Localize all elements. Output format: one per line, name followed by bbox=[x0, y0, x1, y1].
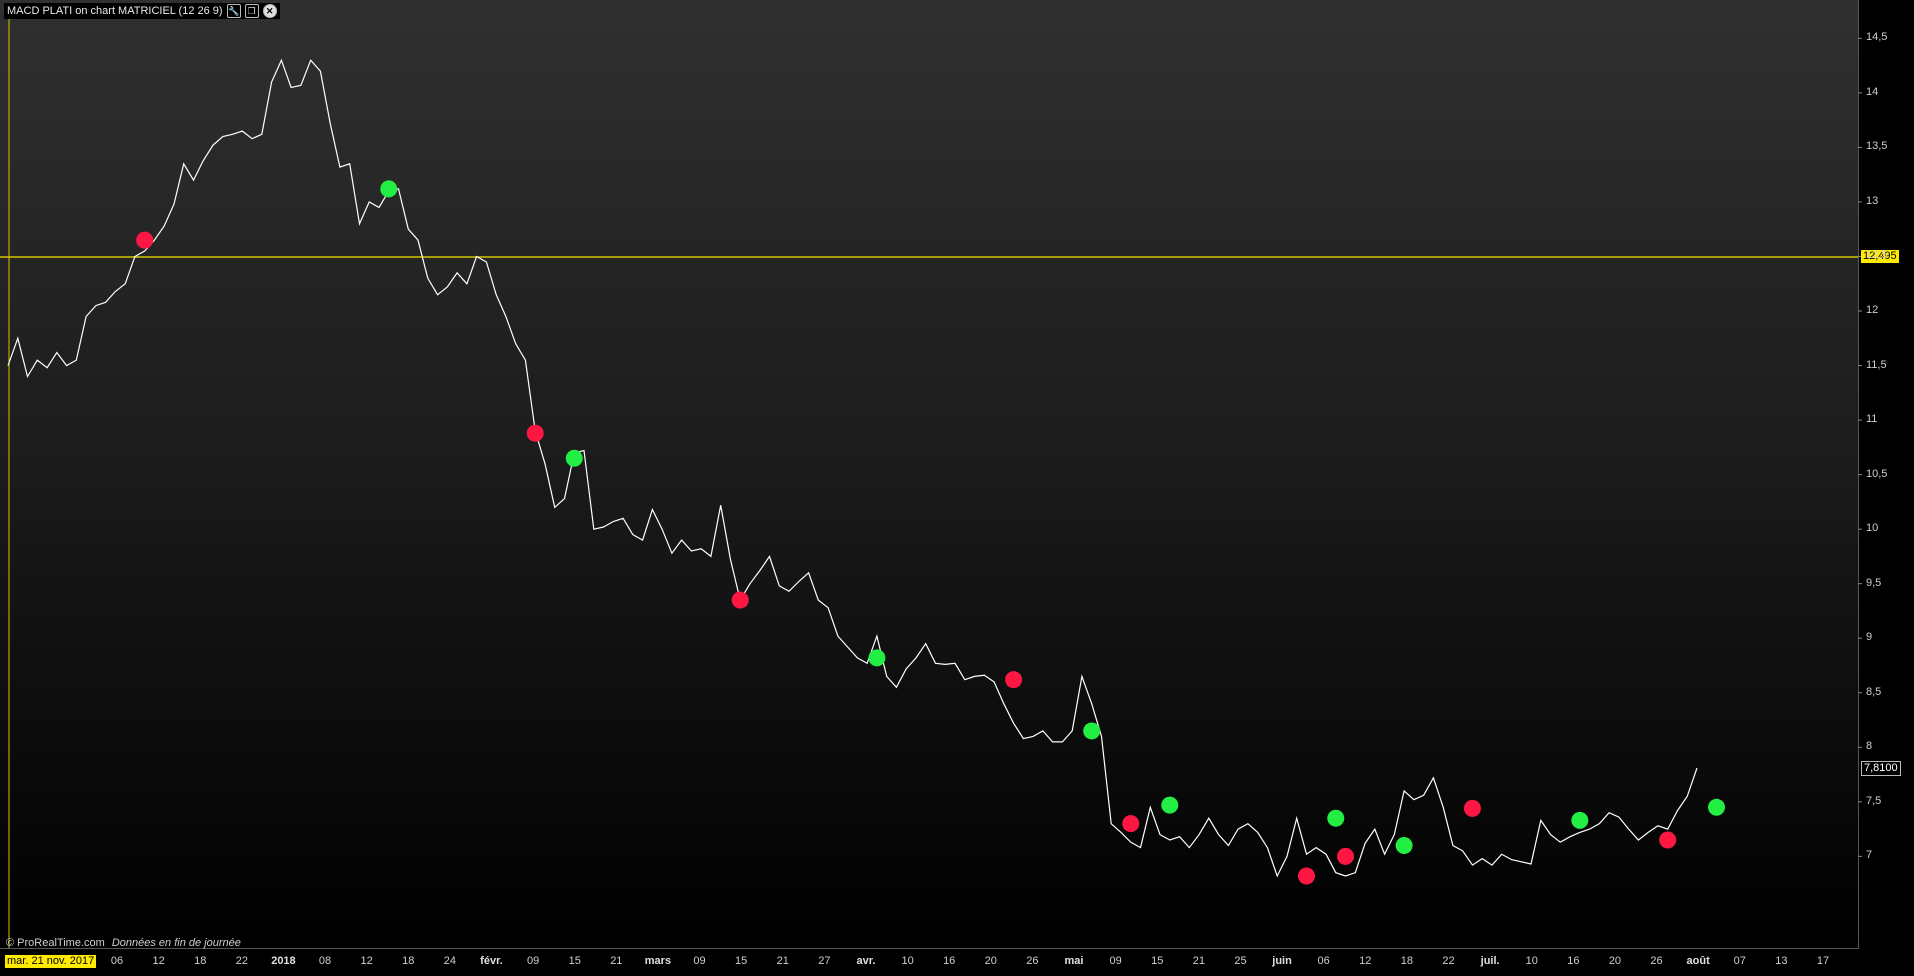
y-tick-label: 14 bbox=[1866, 85, 1879, 98]
x-tick-label: 21 bbox=[610, 955, 623, 967]
x-tick-label: 08 bbox=[318, 955, 332, 967]
copyright-text: © ProRealTime.com bbox=[6, 937, 105, 949]
data-note: Données en fin de journée bbox=[111, 937, 241, 949]
x-tick-label: 26 bbox=[1650, 955, 1663, 967]
x-tick-label: 26 bbox=[1026, 955, 1039, 967]
close-icon[interactable]: ✕ bbox=[262, 4, 277, 18]
chart-window: MACD PLATI on chart MATRICIEL (12 26 9) … bbox=[0, 0, 1914, 976]
y-tick-label: 11 bbox=[1866, 413, 1878, 426]
x-tick-label: 21 bbox=[1192, 955, 1205, 967]
sell-signal-dot[interactable] bbox=[136, 231, 154, 249]
x-tick-label: 25 bbox=[1234, 955, 1247, 967]
sell-signal-dot[interactable] bbox=[731, 591, 749, 609]
x-tick-label: 12 bbox=[1359, 955, 1372, 967]
sell-signal-dot[interactable] bbox=[1122, 815, 1140, 833]
x-tick-label: 13 bbox=[1775, 955, 1788, 967]
buy-signal-dot[interactable] bbox=[565, 449, 583, 467]
buy-signal-dot[interactable] bbox=[868, 649, 886, 667]
y-tick-label: 10,5 bbox=[1866, 467, 1888, 480]
x-tick-label: févr. bbox=[480, 955, 503, 967]
last-price-label: 7,8100 bbox=[1861, 761, 1901, 777]
x-tick-label: juil. bbox=[1480, 955, 1500, 967]
cursor-date-label: mar. 21 nov. 2017 bbox=[5, 955, 97, 968]
x-tick-label: 12 bbox=[152, 955, 165, 967]
y-tick-label: 8 bbox=[1866, 740, 1873, 753]
x-tick-label: 16 bbox=[1567, 955, 1580, 967]
x-tick-label: 18 bbox=[194, 955, 207, 967]
buy-signal-dot[interactable] bbox=[1395, 836, 1413, 854]
buy-signal-dot[interactable] bbox=[1708, 798, 1726, 816]
x-tick-label: 15 bbox=[735, 955, 748, 967]
x-tick-label: 06 bbox=[1317, 955, 1330, 967]
y-tick-label: 12 bbox=[1866, 304, 1879, 317]
x-tick-label: 21 bbox=[776, 955, 789, 967]
x-tick-label: 12 bbox=[360, 955, 373, 967]
x-tick-label: juin bbox=[1272, 955, 1292, 967]
y-tick-label: 12,5 bbox=[1866, 249, 1888, 262]
x-tick-label: 07 bbox=[1733, 955, 1746, 967]
sell-signal-dot[interactable] bbox=[526, 424, 544, 442]
y-tick-label: 13 bbox=[1866, 194, 1879, 207]
x-tick-label: 10 bbox=[901, 955, 914, 967]
y-tick-label: 9,5 bbox=[1866, 576, 1882, 589]
buy-signal-dot[interactable] bbox=[1161, 796, 1179, 814]
y-tick-label: 13,5 bbox=[1866, 140, 1888, 153]
y-tick-label: 14,5 bbox=[1866, 31, 1888, 44]
x-tick-label: 09 bbox=[1109, 955, 1122, 967]
sell-signal-dot[interactable] bbox=[1005, 671, 1023, 689]
x-tick-label: 10 bbox=[1525, 955, 1538, 967]
x-tick-label: 20 bbox=[1608, 955, 1622, 967]
x-tick-label: 22 bbox=[1442, 955, 1455, 967]
x-tick-label: avr. bbox=[856, 955, 876, 967]
sell-signal-dot[interactable] bbox=[1297, 867, 1315, 885]
sell-signal-dot[interactable] bbox=[1659, 831, 1677, 849]
y-tick-label: 9 bbox=[1866, 631, 1873, 644]
x-tick-label: 16 bbox=[943, 955, 956, 967]
x-tick-label: août bbox=[1686, 955, 1710, 967]
indicator-title: MACD PLATI on chart MATRICIEL (12 26 9) bbox=[7, 5, 223, 17]
wrench-icon[interactable]: 🔧 bbox=[226, 4, 241, 18]
y-tick-label: 7,5 bbox=[1866, 794, 1882, 807]
x-tick-label: mars bbox=[644, 955, 672, 967]
x-tick-label: 18 bbox=[1400, 955, 1414, 967]
y-tick-label: 10 bbox=[1866, 522, 1879, 535]
copyright-note: © ProRealTime.com Données en fin de jour… bbox=[6, 937, 241, 949]
y-tick-label: 8,5 bbox=[1866, 685, 1882, 698]
x-tick-label: 15 bbox=[568, 955, 581, 967]
sell-signal-dot[interactable] bbox=[1463, 799, 1481, 817]
x-tick-label: 20 bbox=[984, 955, 997, 967]
buy-signal-dot[interactable] bbox=[1083, 722, 1101, 740]
x-tick-label: 18 bbox=[402, 955, 415, 967]
x-tick-label: mai bbox=[1064, 955, 1084, 967]
x-tick-label: 27 bbox=[818, 955, 831, 967]
x-tick-label: 06 bbox=[110, 955, 124, 967]
x-tick-label: 15 bbox=[1151, 955, 1164, 967]
buy-signal-dot[interactable] bbox=[1327, 809, 1345, 827]
x-tick-label: 2018 bbox=[271, 955, 296, 967]
restore-window-icon[interactable]: ❐ bbox=[244, 4, 259, 18]
price-series-line bbox=[7, 58, 1698, 878]
x-tick-label: 09 bbox=[526, 955, 540, 967]
x-tick-label: 22 bbox=[235, 955, 248, 967]
buy-signal-dot[interactable] bbox=[380, 180, 398, 198]
sell-signal-dot[interactable] bbox=[1337, 847, 1355, 865]
y-tick-label: 7 bbox=[1866, 849, 1873, 862]
buy-signal-dot[interactable] bbox=[1571, 811, 1589, 829]
indicator-title-bar[interactable]: MACD PLATI on chart MATRICIEL (12 26 9) … bbox=[4, 3, 280, 19]
x-tick-label: 17 bbox=[1816, 955, 1830, 967]
chart-svg[interactable] bbox=[0, 0, 1914, 976]
y-tick-label: 11,5 bbox=[1866, 358, 1887, 371]
x-tick-label: 24 bbox=[443, 955, 456, 967]
x-tick-label: 09 bbox=[693, 955, 706, 967]
